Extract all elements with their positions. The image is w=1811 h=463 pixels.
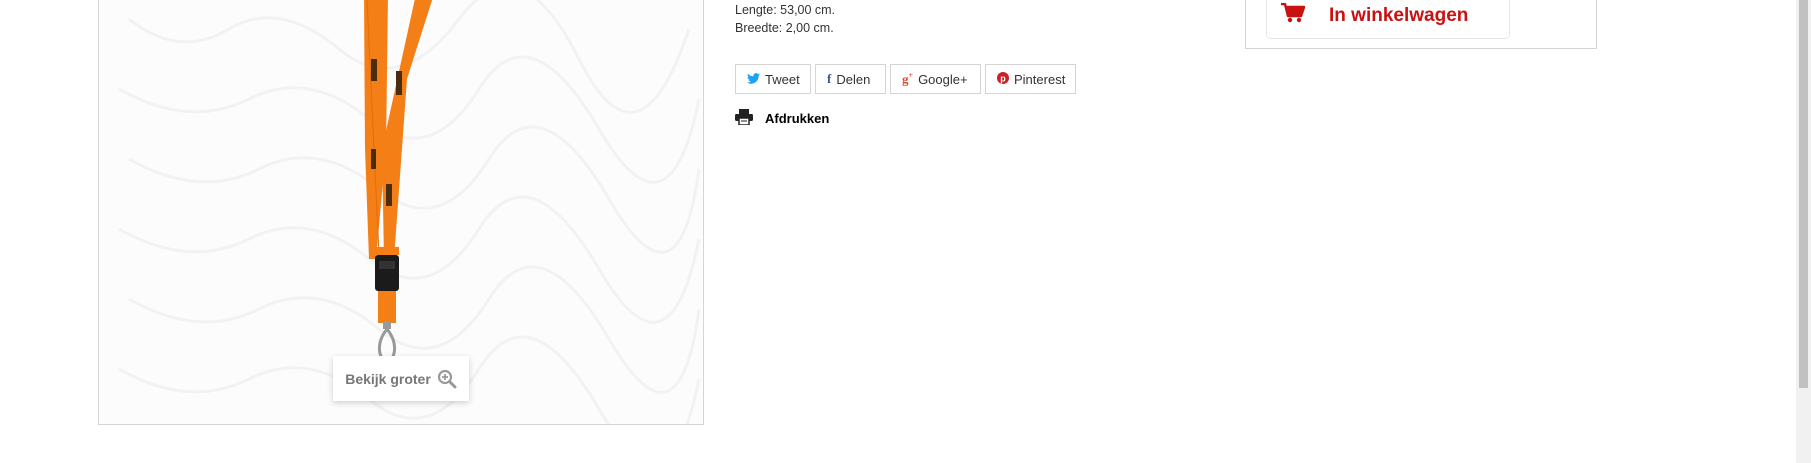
- length-text: Lengte: 53,00 cm.: [735, 3, 836, 17]
- google-plus-label: Google+: [918, 71, 968, 87]
- zoom-button[interactable]: Bekijk groter: [333, 356, 469, 401]
- pinterest-button[interactable]: p Pinterest: [985, 64, 1076, 94]
- print-link[interactable]: Afdrukken: [735, 109, 829, 128]
- facebook-icon: f: [827, 71, 832, 86]
- add-to-cart-button[interactable]: In winkelwagen: [1266, 0, 1510, 39]
- zoom-in-icon: [437, 369, 457, 389]
- share-buttons: Tweet f Delen g+ Google+ p Pinterest: [735, 64, 1076, 94]
- product-image-box[interactable]: Bekijk groter: [98, 0, 704, 425]
- google-plus-icon: g+: [902, 70, 914, 87]
- cart-box: In winkelwagen: [1245, 0, 1597, 49]
- zoom-label: Bekijk groter: [345, 370, 431, 387]
- scrollbar-thumb[interactable]: [1799, 0, 1808, 388]
- tweet-label: Tweet: [765, 71, 800, 87]
- pinterest-label: Pinterest: [1014, 71, 1066, 87]
- tweet-button[interactable]: Tweet: [735, 64, 811, 94]
- cart-icon: [1281, 2, 1306, 29]
- twitter-icon: [747, 72, 760, 87]
- facebook-share-button[interactable]: f Delen: [815, 64, 886, 94]
- page-scrollbar[interactable]: [1796, 0, 1811, 463]
- width-text: Breedte: 2,00 cm.: [735, 21, 834, 35]
- product-dimensions: Lengte: 53,00 cm. Breedte: 2,00 cm.: [735, 1, 835, 37]
- printer-icon: [735, 109, 753, 128]
- svg-text:p: p: [1000, 73, 1006, 83]
- print-label: Afdrukken: [765, 111, 830, 126]
- pinterest-icon: p: [997, 71, 1009, 87]
- facebook-label: Delen: [836, 71, 871, 87]
- google-plus-button[interactable]: g+ Google+: [890, 64, 981, 94]
- add-to-cart-label: In winkelwagen: [1329, 5, 1469, 26]
